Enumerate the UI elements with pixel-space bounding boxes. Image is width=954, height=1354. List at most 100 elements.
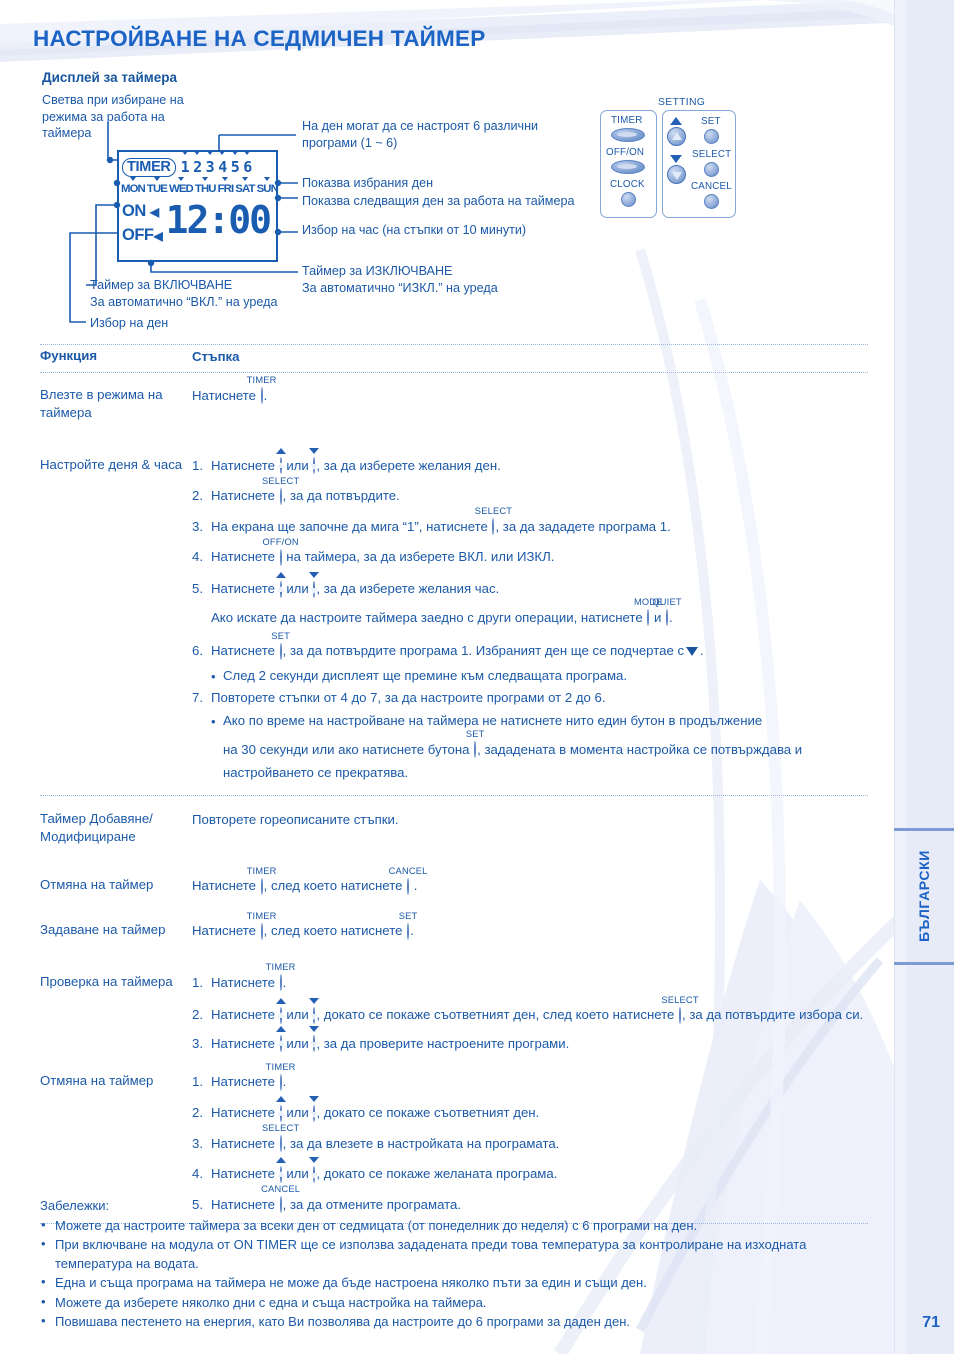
table-header-function: Функция <box>40 348 98 363</box>
lcd-off-arrow-icon: ◀ <box>153 228 163 243</box>
step-number: 3. <box>192 1135 203 1151</box>
step-number: 3. <box>192 518 203 534</box>
step-line: • Ако по време на настройване на таймера … <box>192 711 868 731</box>
step-text: . <box>263 387 268 403</box>
remote-up-button[interactable] <box>667 127 686 146</box>
up-button-glyph[interactable] <box>275 571 286 600</box>
table-row: Проверка на таймера 1. Натиснете TIMER. … <box>40 951 868 1058</box>
remote-timer-button[interactable] <box>611 128 645 142</box>
row-function-label: Отмяна на таймер <box>40 877 154 893</box>
step-text: Натиснете <box>211 581 279 597</box>
row-steps: Повторете гореописаните стъпки. <box>192 810 868 846</box>
select-button-glyph-label: SELECT <box>474 506 513 517</box>
down-button-glyph[interactable] <box>309 1026 320 1054</box>
timer-button-glyph[interactable]: TIMER <box>247 911 276 942</box>
step-line: 3. Натиснете или , за да проверите настр… <box>192 1026 868 1054</box>
set-button-glyph[interactable]: SET <box>271 631 290 662</box>
step-line: 4. Натиснете или , докато се покаже жела… <box>192 1156 868 1185</box>
remote-timer-label: TIMER <box>611 115 643 126</box>
select-button-glyph[interactable]: SELECT <box>262 1123 299 1154</box>
step-number: 5. <box>192 581 203 597</box>
down-button-glyph[interactable] <box>309 1156 320 1185</box>
set-button-glyph[interactable]: SET <box>466 729 484 761</box>
step-text: Натиснете <box>211 1007 279 1023</box>
lcd-program-5: 5 <box>230 158 240 176</box>
remote-up-cap-icon <box>670 117 682 125</box>
remote-right-box <box>662 110 736 218</box>
timer-button-glyph[interactable]: TIMER <box>247 375 276 406</box>
mode-button-glyph[interactable]: MODE <box>634 597 662 628</box>
table-row: Влезте в режима на таймера Натиснете TIM… <box>40 373 868 433</box>
step-line: 1. Натиснете TIMER. <box>192 962 868 993</box>
conjunction-or: или <box>286 1166 309 1182</box>
quiet-button-glyph[interactable]: QUIET <box>652 597 682 628</box>
step-text: , за да зададете програма 1. <box>495 518 671 534</box>
remote-setting-label: SETTING <box>658 97 706 108</box>
up-button-glyph[interactable] <box>275 1096 286 1124</box>
notes-title: Забележки: <box>40 1198 110 1213</box>
lcd-day-fri: FRI <box>217 183 235 195</box>
note-item: • Можете да изберете няколко дни с една и… <box>40 1293 870 1312</box>
step-number: 2. <box>192 1105 203 1121</box>
set-button-glyph[interactable]: SET <box>399 911 417 942</box>
bullet-icon: • <box>41 1236 46 1252</box>
lcd-top-row: TIMER 1 2 3 4 5 6 <box>119 152 276 182</box>
note-item: • При включване на модула от ON TIMER ще … <box>40 1235 870 1273</box>
lcd-program-3: 3 <box>205 158 215 176</box>
select-button-glyph[interactable]: SELECT <box>661 995 699 1026</box>
note-text: Можете да настроите таймера за всеки ден… <box>55 1218 698 1234</box>
step-text: Ако искате да настроите таймера заедно с… <box>211 609 647 625</box>
up-button-glyph[interactable] <box>275 1156 286 1185</box>
timer-button-glyph[interactable]: TIMER <box>266 1062 295 1093</box>
step-line: 2. Натиснете SELECT , за да потвърдите. <box>192 476 868 507</box>
lcd-time-value: 12:00 <box>165 198 272 242</box>
remote-select-button[interactable] <box>704 162 719 177</box>
step-number: 2. <box>192 488 203 504</box>
step-text: Натиснете <box>211 1074 279 1090</box>
up-button-glyph[interactable] <box>275 448 286 476</box>
remote-off-on-button[interactable] <box>611 160 645 174</box>
conjunction-or: или <box>286 457 309 473</box>
remote-down-button[interactable] <box>667 165 686 184</box>
timer-button-glyph[interactable]: TIMER <box>247 866 276 897</box>
lcd-on-label: ON <box>122 202 146 220</box>
step-text: на 30 секунди или ако натиснете бутона <box>223 741 474 757</box>
down-button-glyph[interactable] <box>309 997 320 1026</box>
down-button-glyph[interactable] <box>309 448 320 476</box>
conjunction-or: или <box>286 1035 309 1051</box>
lcd-day-row: MON TUE WED THU FRI SAT SUN <box>121 183 279 195</box>
step-text: Ако по време на настройване на таймера н… <box>223 713 763 729</box>
up-button-glyph[interactable] <box>275 997 286 1026</box>
off-on-button-glyph[interactable]: OFF/ON <box>262 537 299 568</box>
timer-button-glyph[interactable]: TIMER <box>266 962 295 993</box>
step-line: 2. Натиснете или , докато се покаже съот… <box>192 995 868 1026</box>
timer-button-glyph-label: TIMER <box>246 911 277 922</box>
cancel-button-glyph[interactable]: CANCEL <box>389 866 427 897</box>
remote-set-button[interactable] <box>704 129 719 144</box>
select-button-glyph[interactable]: SELECT <box>262 476 299 507</box>
remote-clock-button[interactable] <box>621 192 636 207</box>
select-button-glyph[interactable]: SELECT <box>475 506 512 537</box>
remote-cancel-button[interactable] <box>704 194 719 209</box>
lcd-program-1: 1 <box>180 158 190 176</box>
row-steps: 1. Натиснете TIMER. 2. Натиснете или , д… <box>192 962 868 1054</box>
step-text: , след което натиснете <box>263 923 407 939</box>
select-button-glyph-label: SELECT <box>261 475 300 486</box>
step-text: , докато се покаже желаната програма. <box>316 1166 558 1182</box>
row-function-label: Таймер Добавяне/ Модифициране <box>40 811 153 845</box>
step-text: . <box>410 923 414 939</box>
lcd-day-tue: TUE <box>146 183 168 195</box>
note-text: Повишава пестенето на енергия, като Ви п… <box>55 1313 630 1329</box>
down-button-glyph[interactable] <box>309 571 320 600</box>
cancel-button-glyph-label: CANCEL <box>388 865 428 876</box>
step-text: Натиснете <box>192 387 260 403</box>
side-tab-rule-bottom <box>894 962 954 965</box>
conjunction-or: или <box>286 581 309 597</box>
up-button-glyph[interactable] <box>275 1026 286 1054</box>
timer-button-glyph-label: TIMER <box>246 865 277 876</box>
notes-section: Забележки: • Можете да настроите таймера … <box>40 1196 870 1331</box>
down-button-glyph[interactable] <box>309 1096 320 1124</box>
document-page: НАСТРОЙВАНЕ НА СЕДМИЧЕН ТАЙМЕР Дисплей з… <box>0 0 954 1354</box>
row-function-label: Влезте в режима на таймера <box>40 386 163 420</box>
timer-lcd-display: TIMER 1 2 3 4 5 6 MON TUE WED THU FRI SA… <box>117 150 279 262</box>
